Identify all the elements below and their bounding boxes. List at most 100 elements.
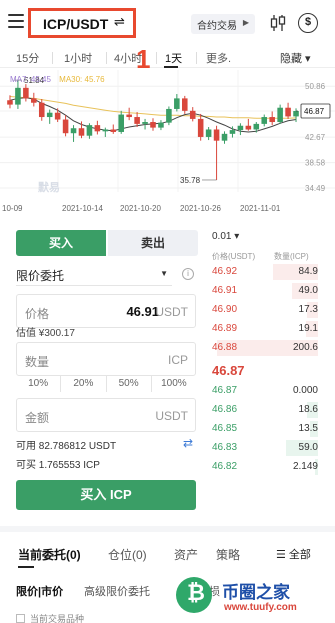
current-pair-filter[interactable]: 当前交易品种 — [16, 612, 84, 623]
ask-row[interactable]: 46.91 49.0 — [212, 283, 318, 299]
bid-row[interactable]: 46.83 59.0 — [212, 440, 318, 456]
candle-body — [31, 98, 37, 103]
dollar-icon[interactable]: $ — [298, 13, 318, 33]
orderbook-qty-header: 数量(ICP) — [274, 252, 309, 261]
candle-body — [237, 125, 244, 131]
row-price: 46.91 — [212, 285, 238, 296]
hide-chart-button[interactable]: 隐藏 ▾ — [280, 50, 311, 66]
arrow-right-icon: ▶ — [242, 18, 249, 27]
pair-selector-highlight[interactable]: ICP/USDT ⇌ — [28, 8, 136, 38]
available-balance: 可用 82.786812 USDT — [16, 441, 117, 452]
checkbox[interactable] — [16, 614, 25, 623]
header: ICP/USDT ⇌ 合约交易 ▶ $ — [0, 0, 335, 46]
tab-15m[interactable]: 15分 — [16, 50, 39, 66]
ask-row[interactable]: 46.88 200.6 — [212, 340, 318, 356]
bid-row[interactable]: 46.82 2.149 — [212, 459, 318, 475]
bid-row[interactable]: 46.87 0.000 — [212, 383, 318, 399]
chart-watermark: 默易 — [38, 182, 60, 194]
row-price: 46.90 — [212, 304, 238, 315]
candle-body — [142, 122, 148, 124]
percent-100[interactable]: 100% — [152, 376, 196, 392]
candle-body — [38, 102, 45, 118]
candle-body — [94, 125, 101, 132]
row-qty: 13.5 — [298, 423, 318, 434]
candle-body — [7, 100, 13, 105]
candle-body — [205, 129, 212, 137]
amount-label: 数量 — [25, 355, 50, 369]
tab-more[interactable]: 更多. — [206, 50, 231, 66]
row-qty: 0.000 — [292, 385, 318, 396]
site-watermark-url: www.tuufy.com — [224, 602, 297, 613]
candle-body — [102, 129, 109, 132]
tab-1d[interactable]: 1天 — [165, 50, 182, 66]
tab-open-orders[interactable]: 当前委托(0) — [18, 546, 81, 563]
order-type-select[interactable]: 限价委托 ▼ — [16, 264, 172, 286]
price-field[interactable]: 价格 46.91 USDT — [16, 294, 196, 328]
candle-body — [197, 118, 204, 137]
percent-50[interactable]: 50% — [107, 376, 152, 392]
buy-tab[interactable]: 买入 — [16, 230, 106, 256]
bid-row[interactable]: 46.86 18.6 — [212, 402, 318, 418]
ask-row[interactable]: 46.90 17.3 — [212, 302, 318, 318]
tab-1h[interactable]: 1小时 — [64, 50, 92, 66]
total-field[interactable]: 金额 USDT — [16, 398, 196, 432]
y-tick-label: 38.58 — [305, 159, 326, 168]
active-tab-underline — [164, 66, 178, 68]
x-tick-label: 10-09 — [2, 204, 23, 213]
row-qty: 200.6 — [292, 342, 318, 353]
site-watermark-name: 币圈之家 — [222, 583, 290, 602]
candle-body — [118, 114, 124, 132]
bid-row[interactable]: 46.85 13.5 — [212, 421, 318, 437]
x-tick-label: 2021-10-14 — [62, 204, 103, 213]
percent-selector: 10% 20% 50% 100% — [16, 376, 196, 392]
swap-pair-icon[interactable]: ⇌ — [114, 14, 125, 30]
kline-chart-icon[interactable] — [270, 14, 286, 32]
can-buy-amount: 可买 1.765553 ICP — [16, 460, 100, 471]
price-value[interactable]: 46.91 — [126, 304, 159, 319]
row-price: 46.86 — [212, 404, 238, 415]
x-tick-label: 2021-10-26 — [180, 204, 221, 213]
amount-field[interactable]: 数量 ICP — [16, 342, 196, 376]
candle-body — [261, 117, 268, 124]
current-price-tag-label: 46.87 — [304, 107, 325, 116]
all-filter-button[interactable]: ☰ 全部 — [276, 546, 311, 562]
percent-10[interactable]: 10% — [16, 376, 62, 392]
tab-assets[interactable]: 资产 — [174, 546, 198, 563]
tab-strategy[interactable]: 策略 — [216, 546, 240, 563]
row-qty: 17.3 — [298, 304, 318, 315]
candle-body — [213, 129, 220, 141]
ask-row[interactable]: 46.89 19.1 — [212, 321, 318, 337]
kline-chart[interactable]: 51.8435.7850.8646.8742.6738.5834.4946.87… — [0, 70, 335, 218]
subtab-advanced-limit[interactable]: 高级限价委托 — [84, 583, 150, 599]
total-unit: USDT — [155, 409, 188, 423]
order-type-value: 限价委托 — [16, 269, 65, 283]
contract-trading-button[interactable]: 合约交易 ▶ — [191, 14, 255, 34]
price-step-select[interactable]: 0.01 ▾ — [212, 231, 239, 242]
transfer-icon[interactable]: ⇄ — [183, 436, 193, 450]
active-tab-underline — [18, 566, 34, 568]
buy-icp-button[interactable]: 买入 ICP — [16, 480, 196, 510]
tab-positions[interactable]: 仓位(0) — [108, 546, 147, 563]
ma30-line — [9, 96, 297, 119]
candle-body — [221, 133, 228, 141]
candle-body — [70, 128, 77, 134]
price-unit: USDT — [155, 305, 188, 319]
info-icon[interactable]: i — [182, 268, 194, 280]
percent-20[interactable]: 20% — [61, 376, 107, 392]
amount-unit: ICP — [167, 353, 188, 367]
checkbox-label: 当前交易品种 — [30, 614, 85, 623]
contract-trading-label: 合约交易 — [197, 21, 237, 32]
low-price-label: 35.78 — [180, 176, 201, 185]
pair-title[interactable]: ICP/USDT — [43, 16, 108, 32]
price-estimate: 估值 ¥300.17 — [16, 328, 75, 339]
row-qty: 18.6 — [298, 404, 318, 415]
price-label: 价格 — [25, 307, 50, 321]
subtab-limit-market[interactable]: 限价|市价 — [16, 583, 63, 599]
candle-body — [23, 87, 29, 99]
candle-body — [62, 119, 69, 134]
candle-body — [150, 122, 156, 128]
sell-tab[interactable]: 卖出 — [108, 230, 198, 256]
ask-row[interactable]: 46.92 84.9 — [212, 264, 318, 280]
menu-icon[interactable] — [8, 14, 24, 28]
orderbook-price-header: 价格(USDT) — [212, 252, 256, 261]
